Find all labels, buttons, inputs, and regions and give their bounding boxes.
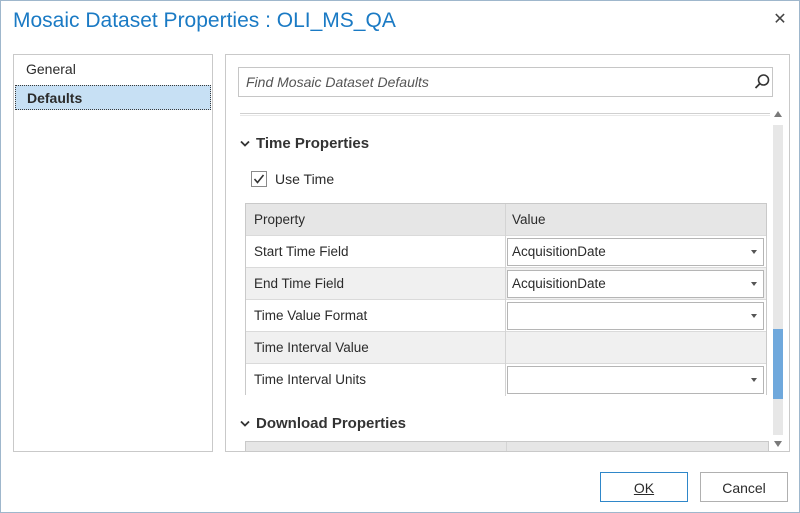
defaults-panel: Time Properties Use Time Property Value … [225,54,790,452]
time-value-format-dropdown[interactable] [507,302,764,330]
divider [240,113,770,114]
dropdown-value: AcquisitionDate [512,276,606,291]
table-row: Time Value Format [246,300,766,332]
download-properties-table [245,441,769,451]
chevron-down-icon [240,415,254,432]
time-properties-table: Property Value Start Time Field Acquisit… [245,203,767,396]
category-list: General Defaults [13,54,213,452]
vertical-scrollbar[interactable] [772,111,784,451]
search-box [238,67,773,97]
dialog-title: Mosaic Dataset Properties : OLI_MS_QA [13,9,396,32]
table-row: Time Interval Value [246,332,766,364]
time-properties-header[interactable]: Time Properties [240,135,369,152]
section-title: Time Properties [256,135,370,152]
ok-button[interactable]: OK [600,472,688,502]
search-icon[interactable] [753,73,771,91]
table-row: End Time Field AcquisitionDate [246,268,766,300]
download-properties-header[interactable]: Download Properties [240,415,406,432]
time-interval-value-cell [506,332,766,364]
scroll-up-icon[interactable] [774,111,782,117]
chevron-down-icon [751,282,757,286]
property-name: End Time Field [246,268,506,300]
table-header-row: Property Value [246,204,766,236]
property-name: Time Interval Units [246,364,506,396]
property-name: Time Interval Value [246,332,506,364]
ok-button-label: OK [633,480,655,496]
scroll-down-icon[interactable] [774,441,782,447]
end-time-field-dropdown[interactable]: AcquisitionDate [507,270,764,298]
divider [240,115,770,116]
chevron-down-icon [751,250,757,254]
section-title: Download Properties [256,415,407,432]
nav-item-defaults[interactable]: Defaults [15,85,211,110]
start-time-field-dropdown[interactable]: AcquisitionDate [507,238,764,266]
use-time-label: Use Time [275,171,335,187]
use-time-checkbox[interactable] [251,171,267,187]
nav-item-general[interactable]: General [15,57,211,82]
scroll-thumb[interactable] [773,329,783,399]
table-row: Start Time Field AcquisitionDate [246,236,766,268]
column-header-property: Property [246,204,506,236]
chevron-down-icon [751,378,757,382]
cancel-button[interactable]: Cancel [700,472,788,502]
table-row: Time Interval Units [246,364,766,396]
dropdown-value: AcquisitionDate [512,244,606,259]
property-name: Start Time Field [246,236,506,268]
checkmark-icon [253,174,265,184]
column-divider [506,442,507,451]
close-icon[interactable]: ✕ [771,11,789,29]
column-header-value: Value [512,212,546,227]
chevron-down-icon [751,314,757,318]
dialog-window: Mosaic Dataset Properties : OLI_MS_QA ✕ … [0,0,800,513]
time-interval-units-dropdown[interactable] [507,366,764,394]
chevron-down-icon [240,135,254,152]
property-name: Time Value Format [246,300,506,332]
search-input[interactable] [246,68,741,96]
